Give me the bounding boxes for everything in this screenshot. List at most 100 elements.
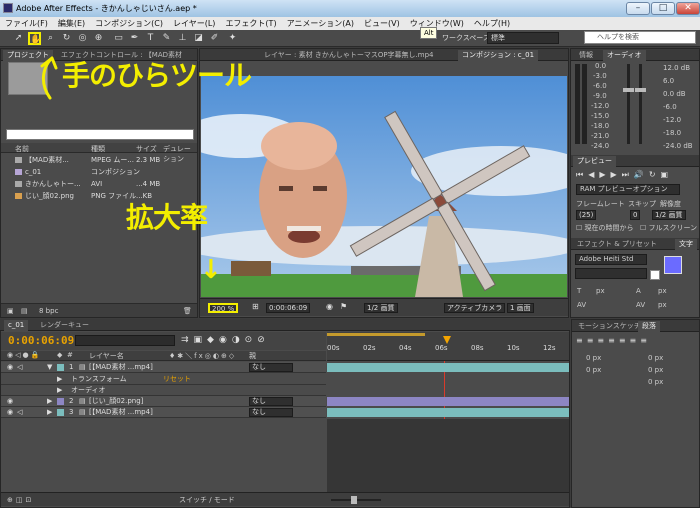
brush-tool-icon[interactable]: ✎	[160, 32, 173, 45]
expand-arrow-icon[interactable]: ▶	[47, 407, 52, 418]
timeline-switch-icons[interactable]: ⇉▣◆◉◑⊙⊘	[181, 335, 270, 345]
from-current-checkbox[interactable]: ☐ 現在の時間から	[576, 223, 634, 233]
visibility-icon[interactable]: ◉	[7, 362, 13, 373]
current-timecode[interactable]: 0:00:06:09	[8, 334, 74, 347]
zoom-select[interactable]: 200 %	[208, 303, 239, 313]
fullscreen-checkbox[interactable]: ☐ フルスクリーン	[640, 223, 697, 233]
property-group-row[interactable]: ▶ オーディオ	[1, 385, 326, 396]
snapshot-icon[interactable]: ◉	[326, 302, 333, 311]
layer-bar[interactable]	[327, 408, 569, 417]
layer-row[interactable]: ◉ ▶ 2 ▤ [じい_顔02.png] なし	[1, 396, 326, 407]
stroke-color-swatch[interactable]	[650, 270, 660, 280]
visibility-icon[interactable]: ◉	[7, 407, 13, 418]
menu-view[interactable]: ビュー(V)	[359, 17, 405, 30]
preview-resolution-select[interactable]: 1/2 画質	[652, 210, 686, 220]
layer-bar[interactable]	[327, 397, 569, 406]
audio-icon[interactable]: ◁	[17, 362, 22, 373]
expand-arrow-icon[interactable]: ▶	[57, 385, 62, 396]
indent-left-value[interactable]: 0 px	[586, 354, 601, 362]
camera-tool-icon[interactable]: ◎	[76, 32, 89, 45]
layer-name[interactable]: [じい_顔02.png]	[89, 396, 143, 407]
space-after-value[interactable]: 0 px	[648, 378, 663, 386]
tab-preview[interactable]: プレビュー	[573, 156, 616, 167]
audio-group[interactable]: オーディオ	[71, 385, 106, 396]
tab-layer-viewer[interactable]: レイヤー : 素材 きかんしゃトーマスOP字幕無し.mp4	[260, 50, 438, 61]
layer-name[interactable]: [【MAD素材 ...mp4]	[89, 362, 153, 373]
camera-select[interactable]: アクティブカメラ	[444, 303, 506, 313]
font-style-select[interactable]	[575, 268, 647, 279]
menu-effect[interactable]: エフェクト(T)	[220, 17, 281, 30]
switch-mode-toggle[interactable]: スイッチ / モード	[179, 493, 235, 507]
label-color[interactable]	[57, 409, 64, 416]
tracking-value[interactable]: px	[658, 301, 667, 309]
project-item[interactable]: きかんしゃトー... AVI ...4 MB	[1, 179, 197, 189]
bpc-label[interactable]: 8 bpc	[39, 304, 58, 318]
comp-timecode[interactable]: 0:00:06:09	[266, 303, 311, 313]
tab-composition-c01[interactable]: コンポジション : c_01	[458, 50, 539, 61]
expand-arrow-icon[interactable]: ▶	[47, 396, 52, 407]
work-area-bar[interactable]	[327, 333, 425, 336]
expand-arrow-icon[interactable]: ▶	[57, 374, 62, 385]
tab-info[interactable]: 情報	[575, 50, 597, 61]
tab-character[interactable]: 文字	[675, 239, 697, 250]
layer-bar[interactable]	[327, 363, 569, 372]
visibility-icon[interactable]: ◉	[7, 396, 13, 407]
reset-link[interactable]: リセット	[163, 374, 191, 385]
space-before-value[interactable]: 0 px	[648, 366, 663, 374]
menu-composition[interactable]: コンポジション(C)	[90, 17, 168, 30]
col-type[interactable]: 種類	[91, 144, 105, 154]
maximize-button[interactable]: □	[651, 2, 675, 15]
col-name[interactable]: 名前	[15, 144, 29, 154]
tab-motion-sketch[interactable]: モーションスケッチ	[574, 321, 645, 332]
skip-field[interactable]: 0	[630, 210, 641, 220]
help-search-input[interactable]: ヘルプを検索	[584, 31, 696, 44]
roto-brush-tool-icon[interactable]: ✐	[208, 32, 221, 45]
indent-first-value[interactable]: 0 px	[586, 366, 601, 374]
audio-icon[interactable]: ◁	[17, 407, 22, 418]
pen-tool-icon[interactable]: ✒	[128, 32, 141, 45]
workspace-select[interactable]: 標準	[487, 32, 559, 44]
footer-icons[interactable]: ⊕◫⊡	[7, 493, 34, 507]
layer-search-input[interactable]	[75, 335, 175, 346]
fill-color-swatch[interactable]	[664, 256, 682, 274]
font-family-select[interactable]: Adobe Heiti Std	[575, 254, 647, 265]
ram-preview-options[interactable]: RAM プレビューオプション	[576, 184, 680, 195]
preview-controls[interactable]: ⏮◀▶▶⏭🔊↻▣	[576, 170, 696, 182]
parent-select[interactable]: なし	[249, 408, 293, 417]
volume-slider-right[interactable]	[635, 88, 646, 92]
tab-effects-presets[interactable]: エフェクト & プリセット	[573, 239, 661, 250]
time-ruler[interactable]: 00s 02s 04s 06s 08s 10s 12s	[327, 332, 569, 361]
indent-right-value[interactable]: 0 px	[648, 354, 663, 362]
close-button[interactable]: ✕	[676, 2, 700, 15]
tab-comp-c01[interactable]: c_01	[4, 320, 29, 331]
leading-value[interactable]: px	[658, 287, 667, 295]
region-icon[interactable]: ⊞	[252, 302, 259, 311]
label-color[interactable]	[57, 364, 64, 371]
menu-layer[interactable]: レイヤー(L)	[168, 17, 220, 30]
resolution-select[interactable]: 1/2 画質	[364, 303, 398, 313]
rotate-tool-icon[interactable]: ↻	[60, 32, 73, 45]
expand-arrow-icon[interactable]: ▼	[47, 362, 52, 373]
text-tool-icon[interactable]: T	[144, 32, 157, 45]
col-size[interactable]: サイズ	[136, 144, 157, 154]
layer-name[interactable]: [【MAD素材 ...mp4]	[89, 407, 153, 418]
parent-select[interactable]: なし	[249, 397, 293, 406]
menu-animation[interactable]: アニメーション(A)	[282, 17, 359, 30]
new-folder-icon[interactable]: ▤	[21, 304, 28, 318]
font-size-value[interactable]: px	[596, 287, 605, 295]
paragraph-align-icons[interactable]: ≡≡≡≡≡≡≡	[576, 336, 651, 345]
property-group-row[interactable]: ▶ トランスフォーム リセット	[1, 374, 326, 385]
puppet-tool-icon[interactable]: ✦	[226, 32, 239, 45]
mask-tool-icon[interactable]: ▭	[112, 32, 125, 45]
transform-group[interactable]: トランスフォーム	[71, 374, 127, 385]
volume-slider-left[interactable]	[623, 88, 634, 92]
col-parent[interactable]: 親	[249, 351, 256, 361]
views-select[interactable]: 1 画面	[507, 303, 534, 313]
project-search-input[interactable]	[6, 129, 194, 140]
playhead-icon[interactable]	[443, 336, 451, 344]
layer-row[interactable]: ◉ ◁ ▼ 1 ▤ [【MAD素材 ...mp4] なし	[1, 362, 326, 373]
menu-file[interactable]: ファイル(F)	[0, 17, 53, 30]
pan-behind-tool-icon[interactable]: ⊕	[92, 32, 105, 45]
interpret-footage-icon[interactable]: ▣	[7, 304, 14, 318]
composition-viewer[interactable]	[201, 76, 567, 297]
